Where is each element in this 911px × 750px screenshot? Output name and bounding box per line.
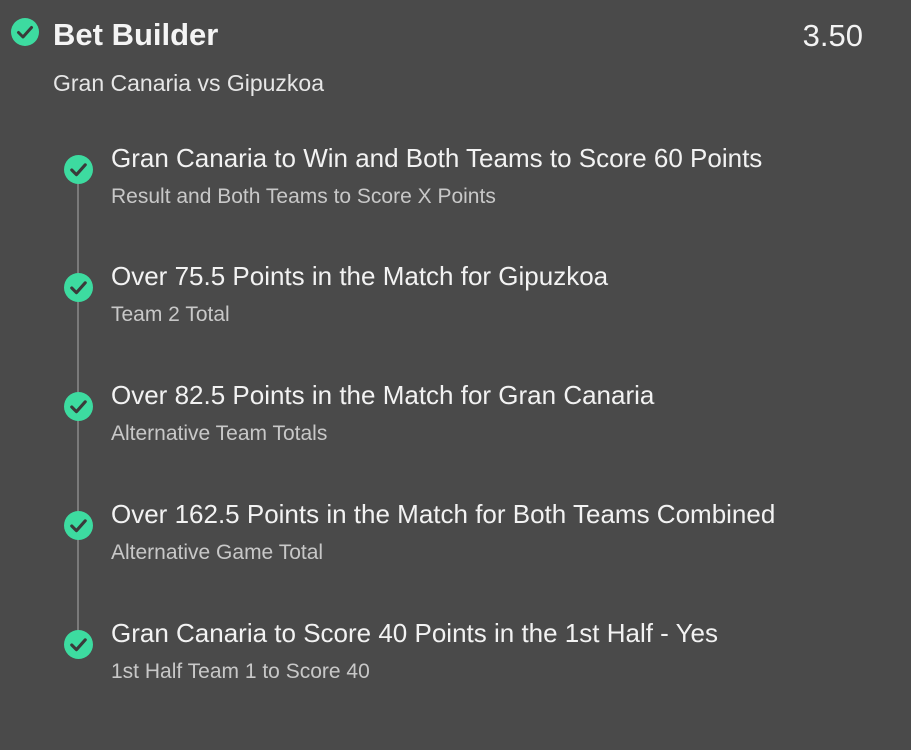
- check-circle-icon: [11, 18, 39, 46]
- check-circle-icon: [64, 630, 93, 659]
- bet-odds: 3.50: [802, 18, 863, 53]
- bet-leg: Gran Canaria to Win and Both Teams to Sc…: [0, 143, 911, 243]
- check-circle-icon: [64, 155, 93, 184]
- check-circle-icon: [64, 273, 93, 302]
- leg-selection: Gran Canaria to Win and Both Teams to Sc…: [111, 143, 763, 173]
- leg-selection: Over 162.5 Points in the Match for Both …: [111, 499, 776, 529]
- bet-leg: Over 162.5 Points in the Match for Both …: [0, 499, 911, 599]
- leg-market: Result and Both Teams to Score X Points: [111, 185, 496, 208]
- match-name: Gran Canaria vs Gipuzkoa: [53, 70, 325, 96]
- leg-selection: Over 75.5 Points in the Match for Gipuzk…: [111, 261, 609, 291]
- leg-selection: Over 82.5 Points in the Match for Gran C…: [111, 380, 655, 410]
- leg-market: Alternative Team Totals: [111, 422, 328, 445]
- bet-title: Bet Builder: [53, 17, 219, 52]
- leg-market: Alternative Game Total: [111, 541, 324, 564]
- check-circle-icon: [64, 392, 93, 421]
- leg-market: 1st Half Team 1 to Score 40: [111, 660, 370, 683]
- bet-leg: Gran Canaria to Score 40 Points in the 1…: [0, 618, 911, 718]
- check-circle-icon: [64, 511, 93, 540]
- bet-leg: Over 82.5 Points in the Match for Gran C…: [0, 380, 911, 480]
- bet-leg: Over 75.5 Points in the Match for Gipuzk…: [0, 261, 911, 361]
- leg-market: Team 2 Total: [111, 303, 230, 326]
- leg-selection: Gran Canaria to Score 40 Points in the 1…: [111, 618, 719, 648]
